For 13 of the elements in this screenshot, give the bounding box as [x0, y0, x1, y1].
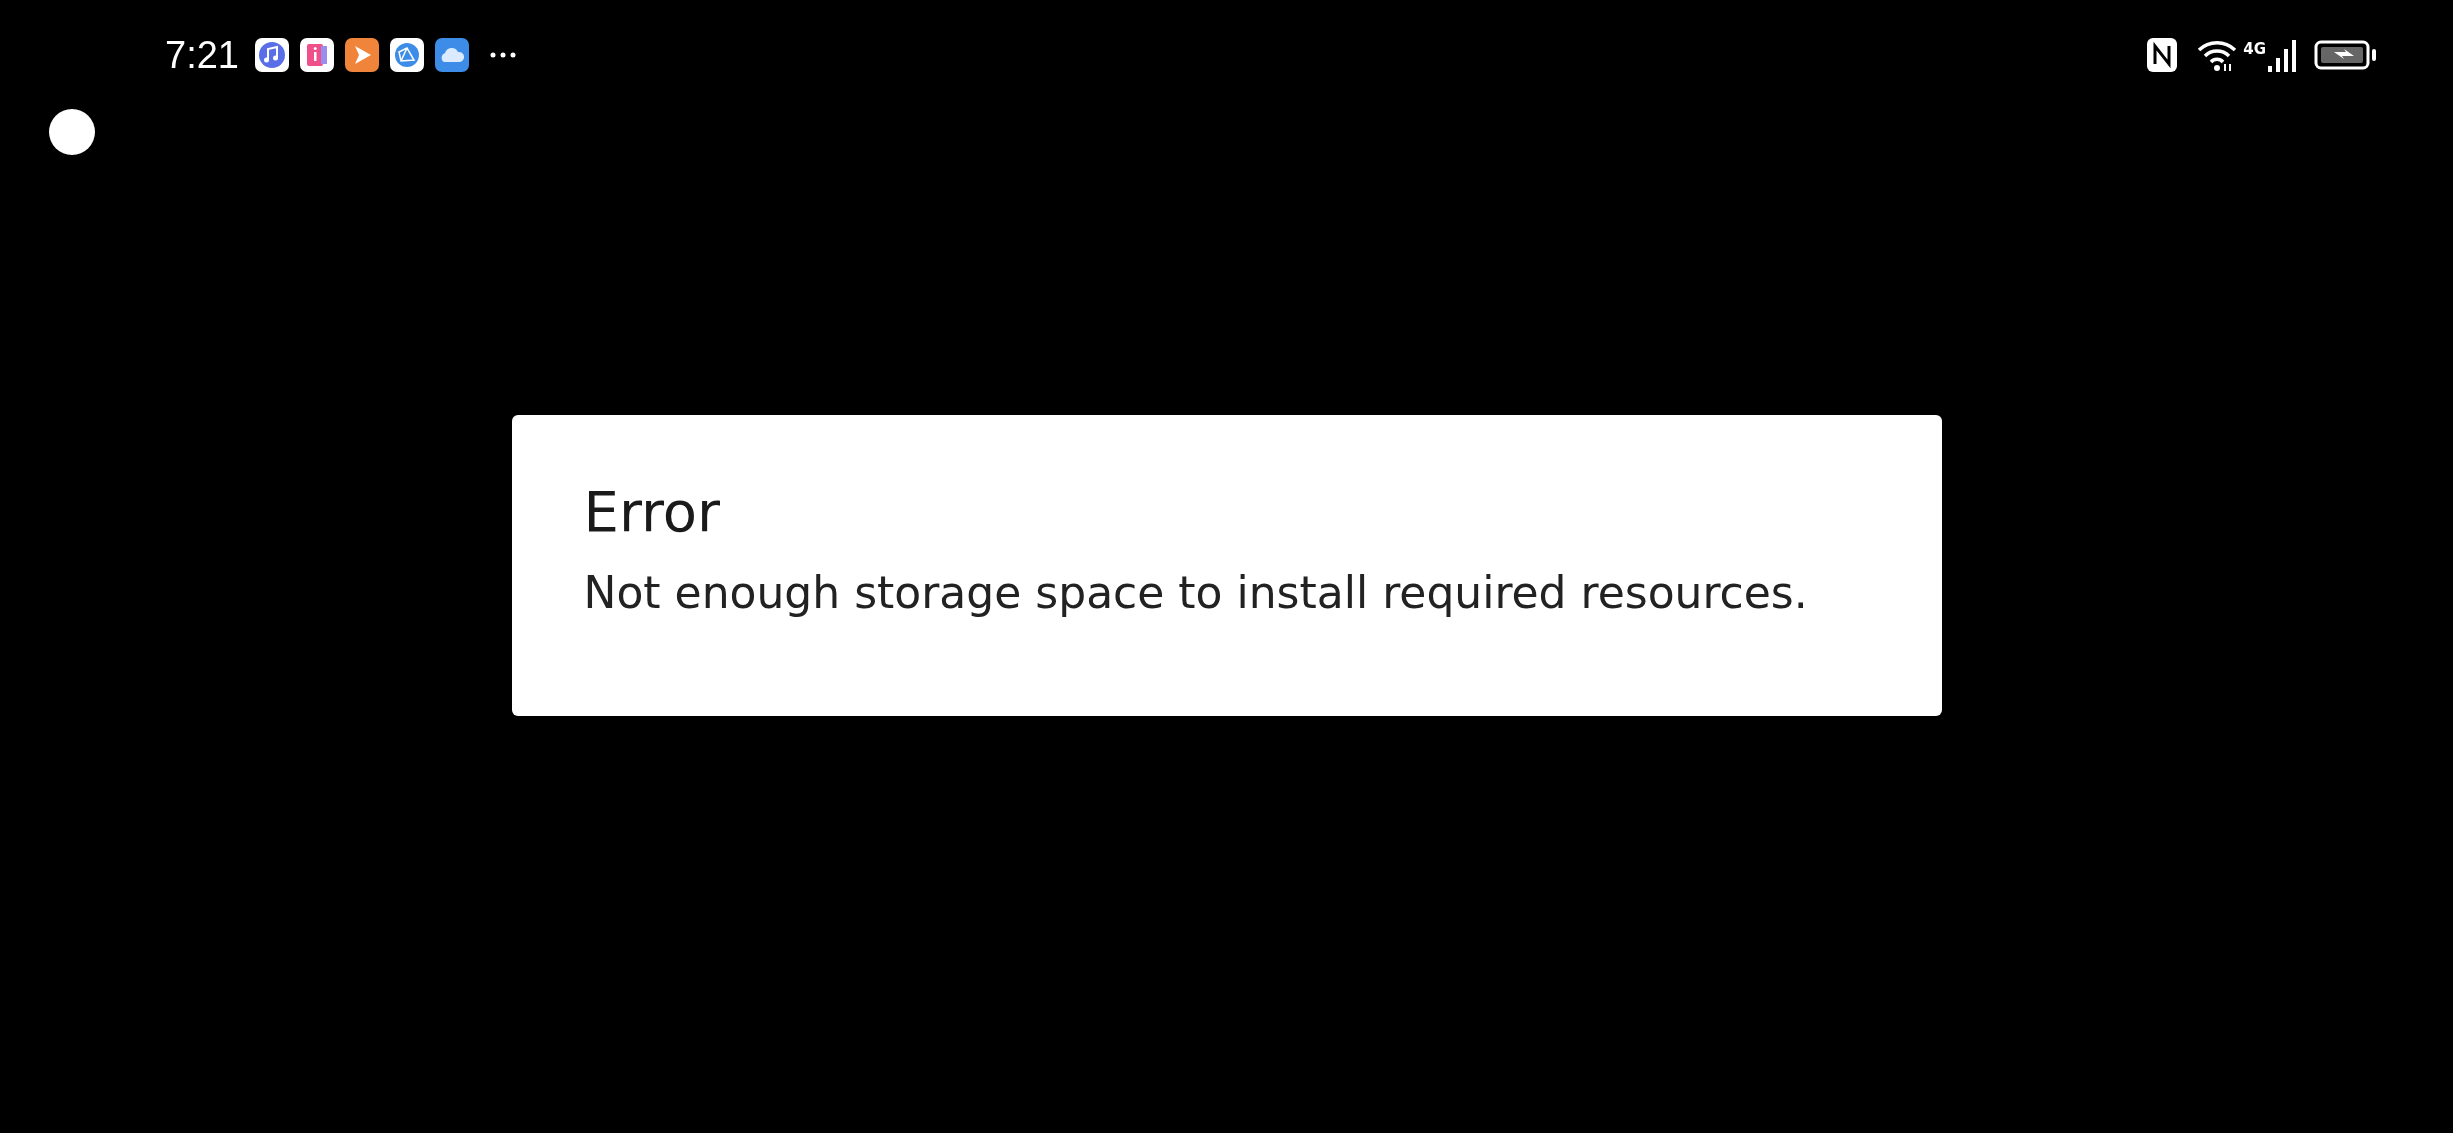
more-icon [489, 52, 516, 58]
wifi-icon [2197, 38, 2238, 72]
book-app-icon [299, 38, 334, 72]
play-app-icon [344, 38, 379, 72]
dialog-title: Error [583, 478, 721, 546]
status-time: 7:21 [165, 33, 239, 77]
floating-button[interactable] [49, 109, 95, 155]
battery-charging-icon [2314, 38, 2378, 72]
cloud-app-icon [434, 38, 469, 72]
music-app-icon [254, 38, 289, 72]
nfc-icon [2147, 38, 2178, 72]
dialog-message: Not enough storage space to install required resources. [583, 566, 1809, 620]
network-type-label: 4G [2243, 40, 2266, 58]
